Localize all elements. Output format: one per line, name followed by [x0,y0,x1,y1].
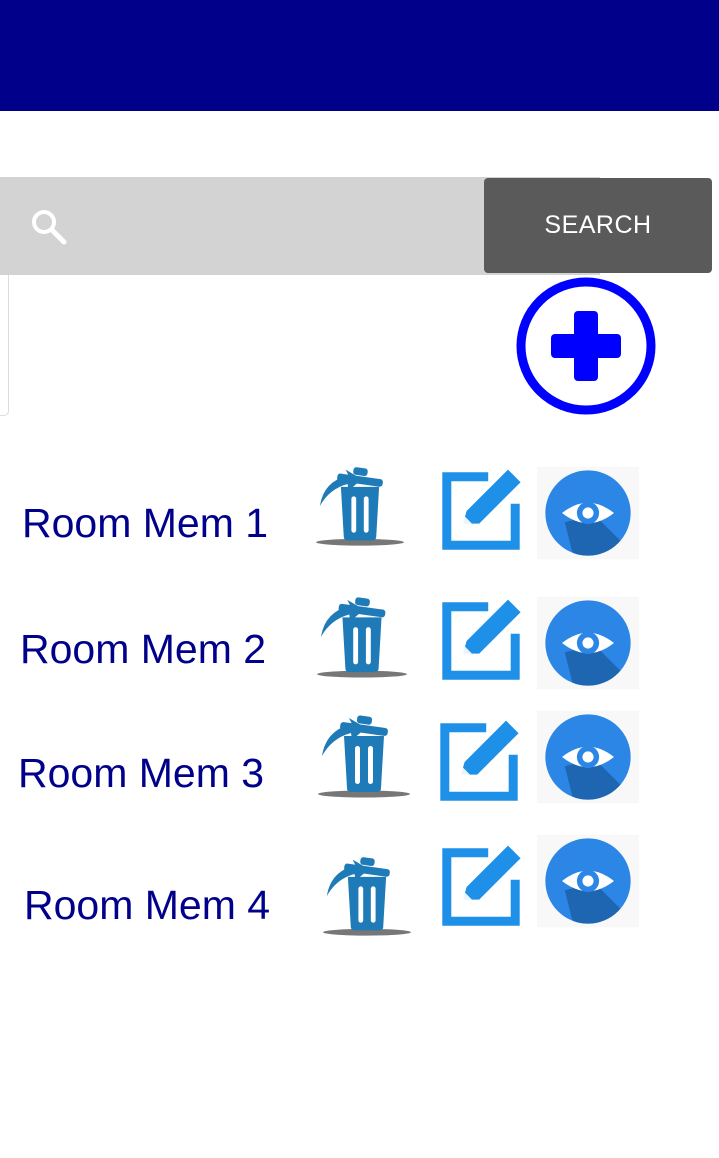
list-item: Room Mem 4 [0,830,719,940]
trash-icon[interactable] [312,462,408,548]
edit-icon[interactable] [434,714,524,810]
list-item: Room Mem 3 [0,706,719,816]
search-button[interactable]: SEARCH [484,178,712,273]
list-item: Room Mem 2 [0,592,719,702]
app-bar [0,0,719,111]
trash-icon[interactable] [312,592,412,680]
search-input[interactable] [80,190,474,262]
eye-icon[interactable] [537,706,639,808]
room-member-label: Room Mem 3 [18,750,265,796]
list-item: Room Mem 1 [0,462,719,572]
room-member-label: Room Mem 1 [22,500,269,546]
trash-icon[interactable] [314,710,414,800]
trash-icon[interactable] [318,852,416,938]
eye-icon[interactable] [537,462,639,564]
eye-icon[interactable] [537,592,639,694]
edit-icon[interactable] [436,842,526,932]
room-member-label: Room Mem 4 [24,882,271,928]
edit-icon[interactable] [436,596,526,686]
room-member-label: Room Mem 2 [20,626,267,672]
edit-icon[interactable] [436,466,526,556]
eye-icon[interactable] [537,830,639,932]
add-button[interactable] [514,275,658,417]
search-icon [32,210,67,245]
plus-circle-icon [516,277,656,415]
